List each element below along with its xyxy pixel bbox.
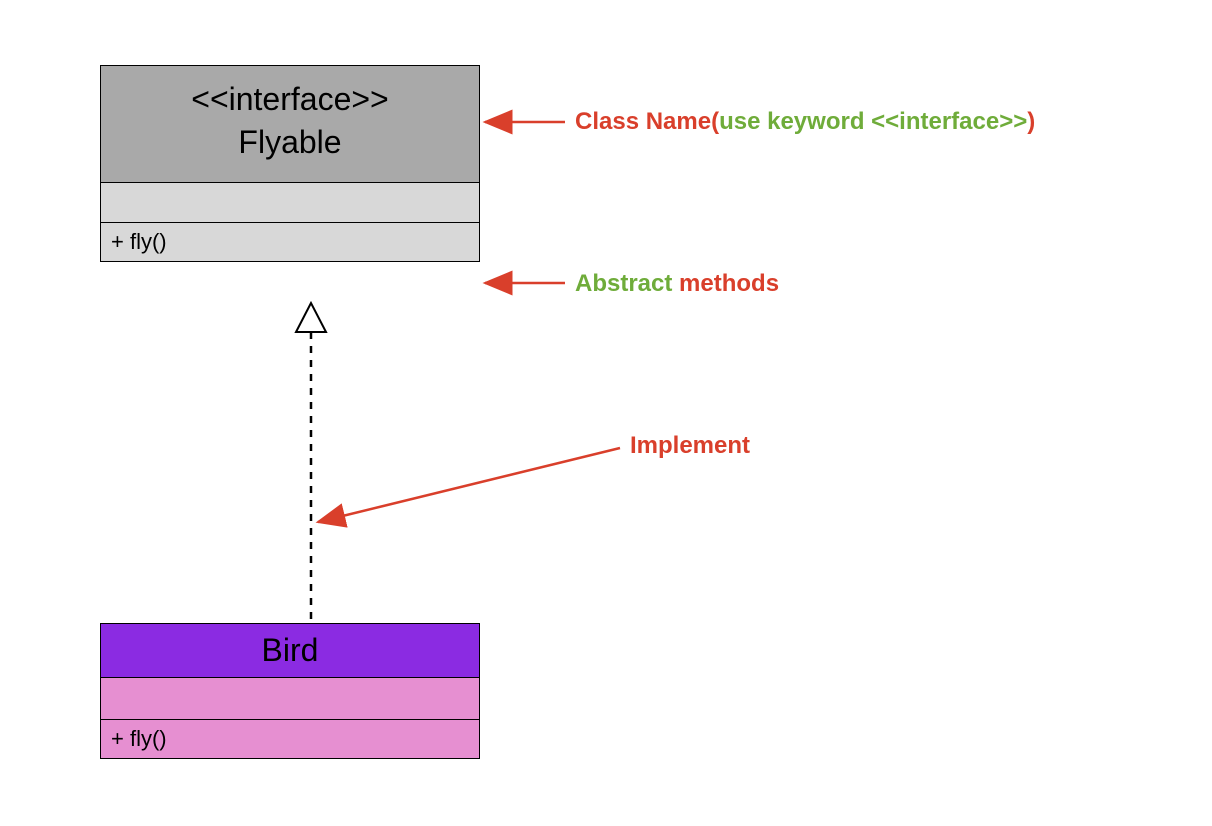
interface-header: <<interface>> Flyable <box>101 66 479 183</box>
bird-box: Bird + fly() <box>100 623 480 759</box>
interface-stereotype: <<interface>> <box>101 78 479 121</box>
bird-header: Bird <box>101 624 479 678</box>
interface-attributes <box>101 183 479 223</box>
methods-word: methods <box>672 270 779 297</box>
classname-prefix: Class Name( <box>575 108 719 135</box>
annotation-abstract-methods: Abstract methods <box>575 270 779 298</box>
abstract-word: Abstract <box>575 270 672 297</box>
annotation-classname: Class Name(use keyword <<interface>>) <box>575 108 1035 136</box>
realization-arrowhead-icon <box>296 303 326 332</box>
interface-method: + fly() <box>101 223 479 261</box>
interface-box: <<interface>> Flyable + fly() <box>100 65 480 262</box>
bird-name: Bird <box>262 632 319 668</box>
classname-keyword: use keyword <<interface>> <box>719 108 1027 135</box>
annotation-implement: Implement <box>630 432 750 460</box>
bird-attributes <box>101 678 479 720</box>
arrow-implement-icon <box>318 448 620 522</box>
interface-name: Flyable <box>101 121 479 164</box>
classname-suffix: ) <box>1027 108 1035 135</box>
bird-method: + fly() <box>101 720 479 758</box>
